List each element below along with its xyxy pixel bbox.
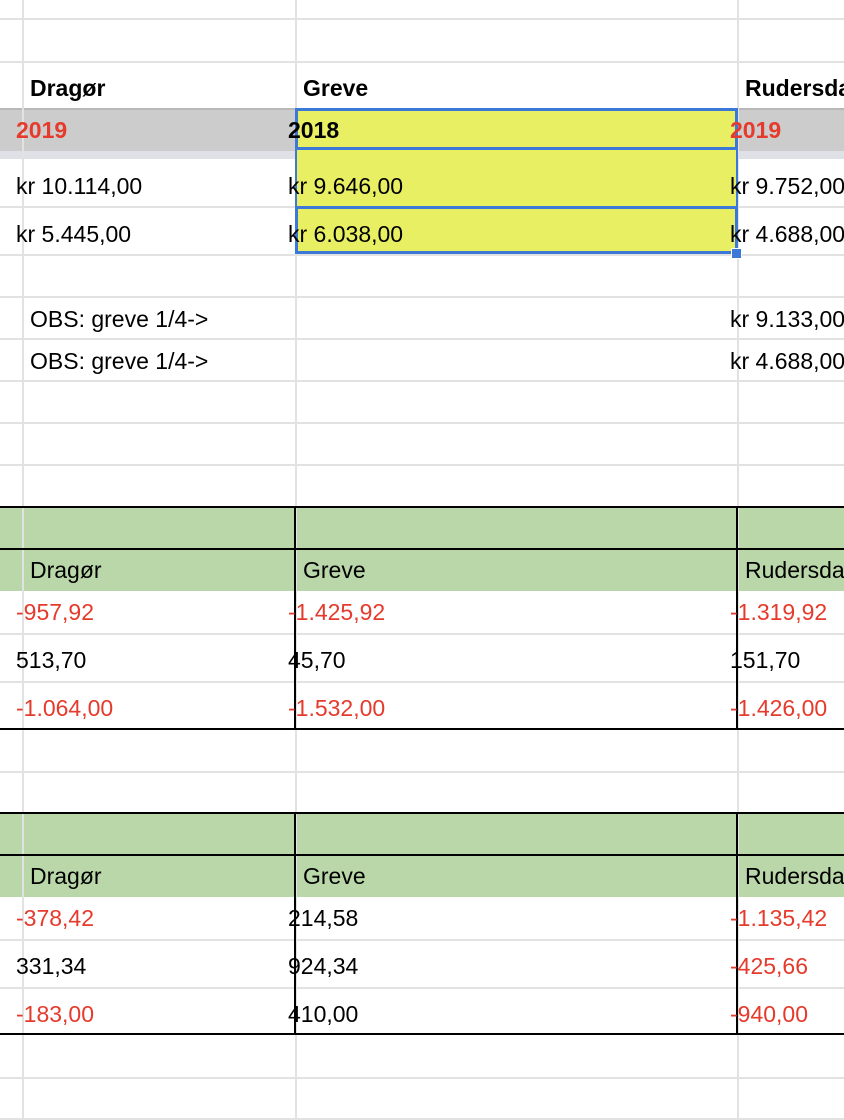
gridline <box>0 18 844 20</box>
table2-cell[interactable]: -940,00 <box>730 991 808 1037</box>
gridline <box>0 771 844 773</box>
table2-border <box>0 812 844 814</box>
table2-cell[interactable]: 331,34 <box>16 943 86 989</box>
gridline <box>0 1077 844 1079</box>
table1-header-rudersdal[interactable]: Rudersdal <box>745 547 844 593</box>
year-cell-rudersdal[interactable]: 2019 <box>730 107 781 153</box>
spreadsheet-grid[interactable]: Dragør Greve Rudersdal 2019 2018 2019 kr… <box>0 0 844 1120</box>
table2-cell[interactable]: 924,34 <box>288 943 358 989</box>
price-cell[interactable]: kr 4.688,00 <box>730 211 844 257</box>
price-cell[interactable]: kr 9.752,00 <box>730 163 844 209</box>
price-cell[interactable]: kr 4.688,00 <box>730 338 844 384</box>
price-cell[interactable]: kr 10.114,00 <box>16 163 142 209</box>
price-cell[interactable]: kr 5.445,00 <box>16 211 131 257</box>
year-cell-greve[interactable]: 2018 <box>288 107 339 153</box>
gridline <box>0 633 844 635</box>
table1-header-greve[interactable]: Greve <box>303 547 366 593</box>
gridline <box>0 987 844 989</box>
table2-cell[interactable]: -425,66 <box>730 943 808 989</box>
note-cell[interactable]: OBS: greve 1/4-> <box>30 296 208 342</box>
table1-header-dragor[interactable]: Dragør <box>30 547 102 593</box>
table1-border <box>0 728 844 730</box>
table2-cell[interactable]: -1.135,42 <box>730 895 827 941</box>
table1-cell[interactable]: -957,92 <box>16 589 94 635</box>
table2-header-greve[interactable]: Greve <box>303 853 366 899</box>
table2-header-dragor[interactable]: Dragør <box>30 853 102 899</box>
table1-cell[interactable]: 45,70 <box>288 637 346 683</box>
table2-border <box>0 854 844 856</box>
header-greve[interactable]: Greve <box>303 65 368 111</box>
year-cell-dragor[interactable]: 2019 <box>16 107 67 153</box>
table1-cell[interactable]: -1.319,92 <box>730 589 827 635</box>
table1-cell[interactable]: 151,70 <box>730 637 800 683</box>
price-cell[interactable]: kr 6.038,00 <box>288 211 403 257</box>
table1-cell[interactable]: -1.426,00 <box>730 685 827 731</box>
note-cell[interactable]: OBS: greve 1/4-> <box>30 338 208 384</box>
gridline <box>0 939 844 941</box>
table2-cell[interactable]: 214,58 <box>288 895 358 941</box>
gridline <box>0 422 844 424</box>
table1-cell[interactable]: -1.425,92 <box>288 589 385 635</box>
gridline <box>0 464 844 466</box>
price-cell[interactable]: kr 9.646,00 <box>288 163 403 209</box>
table1-border <box>0 548 844 550</box>
table1-cell[interactable]: -1.064,00 <box>16 685 113 731</box>
table2-header-rudersdal[interactable]: Rudersdal <box>745 853 844 899</box>
table2-cell[interactable]: -378,42 <box>16 895 94 941</box>
header-rudersdal[interactable]: Rudersdal <box>745 65 844 111</box>
header-dragor[interactable]: Dragør <box>30 65 105 111</box>
table2-cell[interactable]: 410,00 <box>288 991 358 1037</box>
active-cell-border[interactable] <box>295 108 738 150</box>
price-cell[interactable]: kr 9.133,00 <box>730 296 844 342</box>
gridline <box>0 61 844 63</box>
table1-cell[interactable]: 513,70 <box>16 637 86 683</box>
table1-cell[interactable]: -1.532,00 <box>288 685 385 731</box>
gridline <box>0 681 844 683</box>
table2-cell[interactable]: -183,00 <box>16 991 94 1037</box>
table1-border <box>0 506 844 508</box>
table2-border <box>0 1033 844 1035</box>
